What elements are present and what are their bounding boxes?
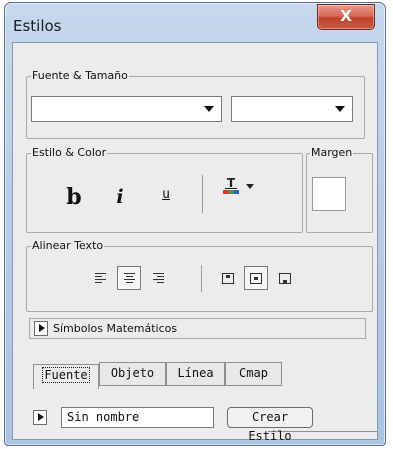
font-family-select[interactable] [31,96,222,122]
chevron-down-icon [204,106,214,112]
tab-objeto[interactable]: Objeto [99,362,166,386]
valign-middle-button[interactable] [244,266,268,290]
style-color-group-label: Estilo & Color [31,146,108,160]
margin-group-label: Margen [310,146,354,160]
valign-top-button[interactable] [216,266,240,290]
valign-middle-icon [250,272,262,284]
chevron-down-icon [335,106,345,112]
align-center-button[interactable] [117,266,141,290]
math-symbols-label: Símbolos Matemáticos [53,322,178,335]
align-group-label: Alinear Texto [31,239,105,253]
align-group: Alinear Texto [26,239,373,312]
tab-fuente-label: Fuente [42,367,90,383]
expand-arrow-icon[interactable] [34,321,48,336]
align-left-icon [94,271,106,285]
bold-button[interactable]: b [62,185,86,209]
divider [201,265,202,292]
tab-cmap[interactable]: Cmap [225,362,282,386]
tab-linea[interactable]: Línea [166,362,225,386]
math-symbols-panel[interactable]: Símbolos Matemáticos [29,318,366,339]
tab-linea-label: Línea [177,366,214,380]
close-button[interactable]: X [317,4,375,30]
align-center-icon [123,271,135,285]
tab-cmap-label: Cmap [239,366,268,380]
font-size-select[interactable] [231,96,353,122]
underline-button[interactable]: u [154,183,178,207]
tab-objeto-label: Objeto [110,366,155,380]
align-right-icon [152,271,164,285]
text-color-button[interactable]: T [221,176,241,196]
window-title: Estilos [13,17,62,35]
italic-button[interactable]: i [108,185,132,209]
color-swatch-bar [223,190,239,194]
title-bar[interactable]: Estilos X [5,3,385,41]
align-left-button[interactable] [88,266,112,290]
valign-bottom-icon [279,272,291,284]
font-size-group-label: Fuente & Tamaño [31,69,129,83]
text-color-underline [225,188,237,189]
margin-preview[interactable] [312,177,346,211]
close-icon: X [340,7,352,25]
style-name-input[interactable]: Sin nombre [61,407,214,428]
color-dropdown-icon[interactable] [246,184,254,189]
tab-fuente[interactable]: Fuente [33,364,99,389]
create-style-button[interactable]: Crear Estilo [227,407,313,443]
divider [202,175,203,213]
valign-bottom-button[interactable] [273,266,297,290]
style-menu-arrow-icon[interactable] [33,410,47,425]
valign-top-icon [222,272,234,284]
align-right-button[interactable] [146,266,170,290]
